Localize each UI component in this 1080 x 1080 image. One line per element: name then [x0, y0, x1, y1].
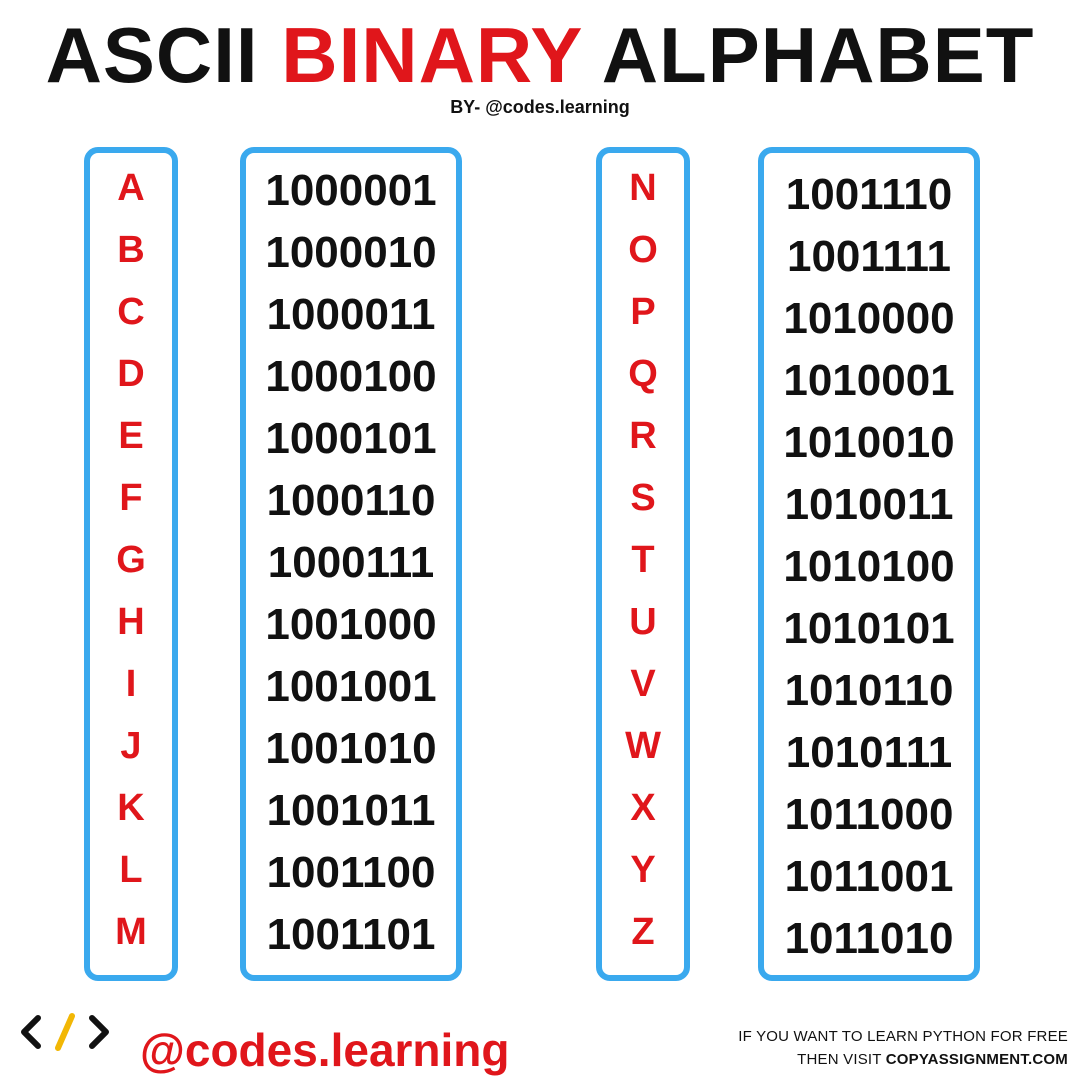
binary-code-cell: 1011001 — [784, 852, 954, 901]
letter-cell: U — [629, 601, 657, 643]
binary-code-cell: 1000101 — [265, 414, 437, 463]
letter-cell: R — [629, 415, 657, 457]
letter-cell: I — [125, 663, 137, 705]
binary-code-cell: 1000111 — [267, 538, 435, 587]
binary-code-cell: 1001111 — [786, 232, 951, 281]
binary-code-cell: 1001011 — [266, 786, 436, 835]
letter-cell: F — [119, 477, 143, 519]
binary-code-cell: 1011010 — [784, 914, 954, 963]
binary-code-cell: 1010100 — [783, 542, 955, 591]
right-codes-column: 1001110 1001111 1010000 1010001 1010010 10100… — [758, 147, 980, 981]
letter-cell: H — [117, 601, 145, 643]
footer-note-line2: THEN VISIT COPYASSIGNMENT.COM — [738, 1048, 1068, 1071]
letter-cell: J — [120, 725, 142, 767]
byline: BY- @codes.learning — [450, 97, 630, 117]
letter-cell: L — [119, 849, 143, 891]
binary-code-cell: 1010011 — [784, 480, 954, 529]
letter-cell: P — [630, 291, 656, 333]
binary-code-cell: 1000011 — [266, 290, 436, 339]
letter-cell: C — [117, 291, 145, 333]
title-alphabet: ALPHABET — [601, 11, 1035, 99]
letter-cell: D — [117, 353, 145, 395]
binary-code-cell: 1010101 — [783, 604, 955, 653]
letter-cell: K — [117, 787, 145, 829]
footer-note: IF YOU WANT TO LEARN PYTHON FOR FREE THE… — [738, 1025, 1068, 1071]
title-binary: BINARY — [281, 11, 582, 99]
left-letters-column: ABCDEFGHIJKLM — [84, 147, 178, 981]
code-brackets-icon — [20, 1012, 110, 1057]
letter-cell: V — [630, 663, 656, 705]
letter-cell: Z — [631, 911, 655, 953]
footer-note-line1: IF YOU WANT TO LEARN PYTHON FOR FREE — [738, 1028, 1068, 1045]
letter-cell: Y — [630, 849, 656, 891]
binary-code-cell: 1010000 — [783, 294, 955, 343]
letter-cell: B — [117, 229, 145, 271]
letter-cell: N — [629, 167, 657, 209]
binary-code-cell: 1000100 — [265, 352, 437, 401]
binary-code-cell: 1000010 — [265, 228, 437, 277]
right-letters-column: NOPQRSTUVWXYZ — [596, 147, 690, 981]
left-codes-column: 1000001 1000010 1000011 1000100 1000101 10001… — [240, 147, 462, 981]
letter-cell: E — [118, 415, 144, 457]
binary-code-cell: 1001110 — [785, 170, 953, 219]
binary-code-cell: 1001010 — [265, 724, 437, 773]
binary-code-cell: 1001000 — [265, 600, 437, 649]
binary-code-cell: 1010111 — [785, 728, 953, 777]
binary-code-cell: 1001100 — [266, 848, 436, 897]
footer-note-prefix: THEN VISIT — [797, 1051, 886, 1068]
letter-cell: T — [631, 539, 655, 581]
letter-cell: G — [116, 539, 146, 581]
footer-note-site: COPYASSIGNMENT.COM — [885, 1051, 1068, 1068]
letter-cell: A — [117, 167, 145, 209]
letter-cell: W — [625, 725, 661, 767]
page-title: ASCII BINARY ALPHABET — [0, 10, 1080, 100]
binary-code-cell: 1000110 — [266, 476, 436, 525]
title-ascii: ASCII — [45, 11, 259, 99]
letter-cell: X — [630, 787, 656, 829]
letter-cell: Q — [628, 353, 658, 395]
binary-code-cell: 1010010 — [783, 418, 955, 467]
letter-cell: O — [628, 229, 658, 271]
binary-code-cell: 1010001 — [783, 356, 955, 405]
binary-code-cell: 1011000 — [784, 790, 954, 839]
binary-code-cell: 1000001 — [265, 166, 437, 215]
binary-code-cell: 1001001 — [265, 662, 437, 711]
binary-code-cell: 1001101 — [266, 910, 436, 959]
letter-cell: S — [630, 477, 656, 519]
footer-handle: @codes.learning — [140, 1024, 510, 1076]
letter-cell: M — [115, 911, 147, 953]
binary-code-cell: 1010110 — [784, 666, 954, 715]
